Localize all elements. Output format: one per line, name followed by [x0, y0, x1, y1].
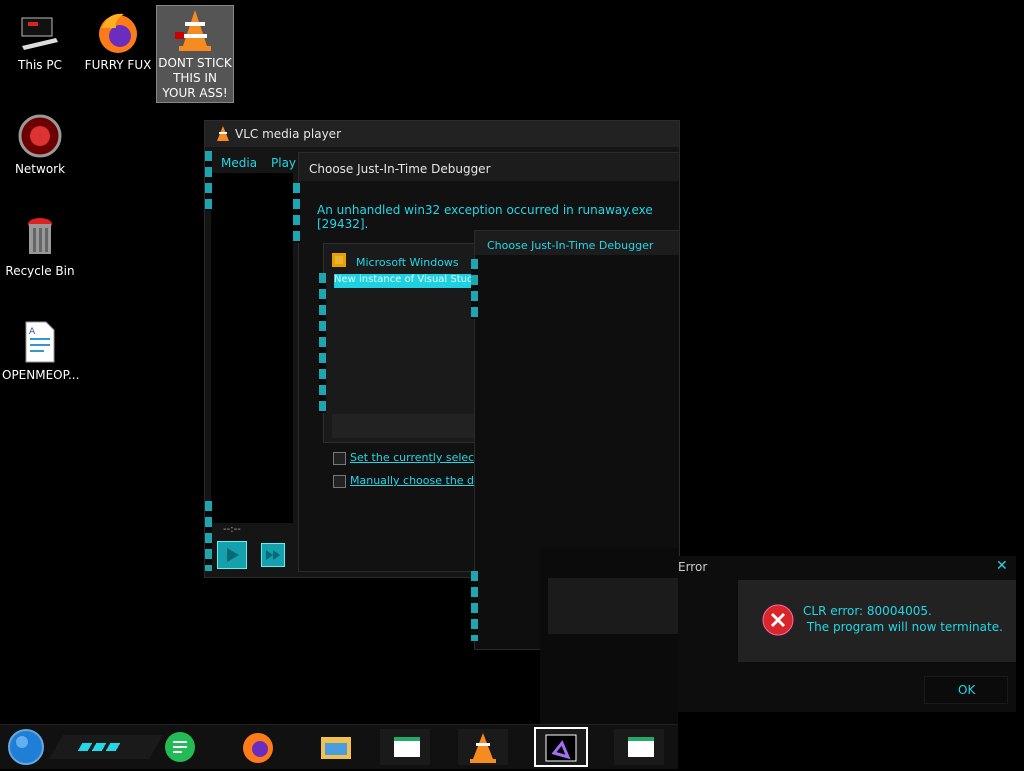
debugger-list[interactable]: Microsoft Windows New instance of Visual… — [323, 243, 481, 443]
visual-studio-icon — [536, 734, 586, 769]
jit-second-titlebar[interactable]: Choose Just-In-Time Debugger — [475, 231, 679, 255]
desktop-icon-furry-fux[interactable]: FURRY FUX — [80, 8, 156, 73]
checkbox[interactable] — [333, 451, 346, 465]
decorative-rail — [205, 151, 212, 211]
taskbar-vlc[interactable] — [458, 729, 508, 765]
decorative-rail — [471, 571, 478, 641]
jit-titlebar[interactable]: Choose Just-In-Time Debugger — [299, 153, 679, 181]
vlc-time-label: --:-- — [223, 524, 241, 535]
taskbar-notes-app[interactable] — [155, 729, 205, 765]
decorative-rail — [205, 501, 212, 571]
desktop-icon-label: FURRY FUX — [84, 58, 152, 72]
error-title: Error — [678, 560, 708, 574]
desktop-icon-network[interactable]: Network — [2, 112, 78, 177]
document-icon: A — [16, 318, 64, 366]
desktop-icon-label: Network — [14, 162, 66, 176]
panel-fragment — [548, 578, 678, 634]
list-scrollbar[interactable] — [332, 414, 476, 438]
vlc-titlebar[interactable]: VLC media player — [205, 121, 679, 147]
play-icon — [218, 548, 246, 572]
error-content-panel: CLR error: 80004005. The program will no… — [738, 580, 1016, 662]
list-group-header: Microsoft Windows — [356, 256, 459, 269]
vlc-cone-icon — [215, 125, 231, 146]
taskbar-document-window-2[interactable] — [614, 729, 664, 765]
exception-message: An unhandled win32 exception occurred in… — [317, 203, 653, 231]
taskbar-decoration — [49, 735, 163, 759]
computer-icon — [16, 8, 64, 56]
firefox-icon — [94, 8, 142, 56]
desktop-icon-label: This PC — [18, 58, 62, 72]
desktop-icon-label: DONT STICK THIS IN YOUR ASS! — [158, 56, 232, 100]
decorative-rail — [319, 273, 326, 413]
start-orb-icon[interactable] — [6, 727, 46, 767]
vlc-cone-icon — [171, 6, 219, 54]
menu-media[interactable]: Media — [221, 156, 257, 170]
error-dialog[interactable]: Error ✕ CLR error: 80004005. The program… — [678, 556, 1016, 712]
background-window-fragment — [540, 548, 678, 724]
error-x-icon — [762, 604, 794, 640]
error-message-line2: The program will now terminate. — [803, 620, 1003, 634]
network-orb-icon — [16, 112, 64, 160]
desktop-icon-openmeop[interactable]: A OPENMEOP... — [2, 318, 80, 383]
menu-playback[interactable]: Play — [271, 156, 296, 170]
notes-app-icon — [155, 732, 205, 769]
vlc-title: VLC media player — [235, 127, 342, 141]
error-titlebar[interactable]: Error ✕ — [678, 556, 1016, 580]
taskbar-visual-studio[interactable] — [534, 727, 588, 767]
file-explorer-icon — [311, 737, 361, 769]
desktop-icon-label: OPENMEOP... — [2, 368, 80, 382]
svg-text:A: A — [29, 327, 36, 337]
taskbar-file-explorer[interactable] — [311, 729, 361, 765]
document-window-icon — [380, 737, 430, 769]
checkbox-set-default[interactable]: Set the currently selected — [333, 451, 492, 465]
vlc-cone-icon — [458, 733, 508, 769]
jit-second-title: Choose Just-In-Time Debugger — [487, 239, 654, 252]
list-item-selected[interactable]: New instance of Visual Studio — [334, 274, 474, 288]
vlc-playlist-pane — [211, 173, 293, 523]
taskbar-firefox[interactable] — [233, 729, 283, 765]
jit-title: Choose Just-In-Time Debugger — [309, 162, 491, 176]
checkbox[interactable] — [333, 474, 346, 488]
firefox-icon — [233, 733, 283, 769]
decorative-rail — [293, 183, 300, 243]
taskbar-document-window[interactable] — [380, 729, 430, 765]
desktop-icon-recycle-bin[interactable]: Recycle Bin — [2, 214, 78, 279]
error-message-line1: CLR error: 80004005. — [803, 604, 932, 618]
play-button[interactable] — [217, 541, 247, 569]
close-icon[interactable]: ✕ — [996, 558, 1008, 574]
decorative-rail — [471, 259, 478, 319]
desktop-icon-this-pc[interactable]: This PC — [2, 8, 78, 73]
ok-label: OK — [958, 683, 976, 697]
desktop-icon-label: Recycle Bin — [5, 264, 75, 278]
skip-button[interactable] — [261, 543, 285, 567]
document-window-icon — [614, 737, 664, 769]
desktop-icon-vlc-shortcut[interactable]: DONT STICK THIS IN YOUR ASS! — [156, 5, 234, 103]
decorative-lights — [77, 743, 123, 751]
windows-logo-icon — [332, 252, 346, 271]
taskbar — [0, 724, 678, 769]
ok-button[interactable]: OK — [924, 676, 1008, 704]
recycle-bin-icon — [16, 214, 64, 262]
skip-icon — [262, 550, 284, 570]
